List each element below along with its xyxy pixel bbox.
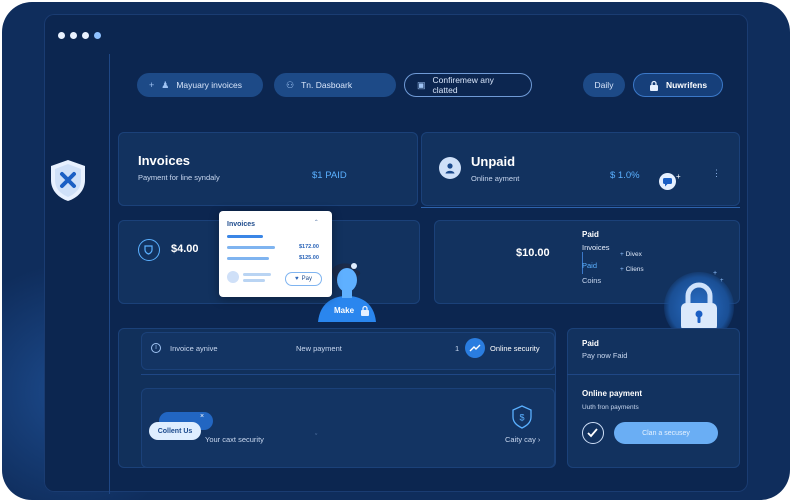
popup-bar: [243, 279, 265, 282]
paid-subtitle: Pay now Faid: [582, 351, 628, 360]
paid-paid-label: Paid: [582, 261, 598, 270]
window-controls: [58, 32, 101, 39]
new-payment-label: New payment: [296, 344, 342, 353]
user-icon: ♟: [161, 79, 170, 90]
toolbar-dashboard-button[interactable]: ⚇ Tn. Dasboark: [274, 73, 396, 97]
unpaid-subtitle: Online ayment: [471, 174, 520, 183]
paid-invoices-label: Invoices: [582, 243, 610, 252]
security-label: Your caxt security: [205, 435, 264, 444]
toolbar-invoices-button[interactable]: + ♟ Mayuary invoices: [137, 73, 263, 97]
window-dot[interactable]: [82, 32, 89, 39]
avatar: [439, 157, 461, 179]
invoices-title: Invoices: [138, 153, 191, 168]
cart-icon: ▣: [417, 79, 426, 90]
invoice-archive-label: Invoice aynive: [170, 344, 218, 353]
sparkle-icon: +: [713, 270, 718, 277]
sparkle-icon: +: [720, 278, 724, 284]
lock-icon: [649, 80, 658, 91]
chat-icon[interactable]: [659, 173, 676, 190]
trend-icon: [465, 338, 485, 358]
svg-text:$: $: [519, 413, 524, 423]
invoices-subtitle: Payment for line syndaly: [138, 173, 220, 182]
popup-title: Invoices: [227, 221, 256, 228]
sidebar-divider: [109, 54, 110, 494]
chevron-up-icon[interactable]: ˆ: [315, 219, 318, 228]
window-dot[interactable]: [94, 32, 101, 39]
window-dot[interactable]: [70, 32, 77, 39]
paid-coins-label: Coins: [582, 276, 602, 285]
daily-button[interactable]: Daily: [583, 73, 625, 97]
plus-icon: +: [676, 172, 681, 181]
divider: [421, 207, 740, 208]
checkmark-icon[interactable]: [582, 422, 604, 444]
online-payment-heading: Online payment: [582, 389, 643, 398]
unpaid-title: Unpaid: [471, 154, 516, 169]
paid-heading: Paid: [582, 339, 599, 348]
close-icon[interactable]: ×: [200, 413, 204, 420]
contact-us-button[interactable]: Collent Us: [149, 422, 201, 440]
heart-icon: ♥: [295, 276, 299, 282]
city-link[interactable]: Caity cay ›: [505, 435, 540, 444]
toolbar-confirm-button[interactable]: ▣ Confiremew any clatted: [404, 73, 532, 97]
popup-amount-2: $125.00: [299, 255, 319, 261]
popup-bar: [227, 246, 275, 249]
popup-bar: [227, 257, 269, 260]
popup-bar: [227, 235, 263, 238]
paid-amount: $10.00: [516, 247, 550, 259]
balance-amount: $4.00: [171, 243, 199, 255]
info-icon: i: [151, 343, 161, 353]
security-shield-icon[interactable]: [48, 158, 88, 202]
unpaid-amount: $ 1.0%: [610, 170, 640, 181]
user-account-button[interactable]: Nuwrifens: [633, 73, 723, 97]
plus-icon: +: [149, 80, 155, 90]
unpaid-panel[interactable]: [421, 132, 740, 206]
chevron-down-icon[interactable]: ˇ: [315, 434, 317, 441]
invoice-popup-card[interactable]: Invoices ˆ $172.00 $125.00 ♥ Pay: [219, 211, 332, 297]
invoices-amount: $1 PAID: [312, 170, 347, 181]
legend-item: + Divex: [620, 251, 642, 258]
lock-icon: [361, 305, 369, 316]
person-icon: [445, 163, 455, 174]
invoices-panel[interactable]: [118, 132, 418, 206]
popup-bar: [243, 273, 271, 276]
divider: [141, 374, 555, 375]
person-label: Make: [334, 306, 355, 315]
avatar: [227, 271, 239, 283]
divider: [567, 374, 740, 375]
count-badge: 1: [455, 344, 460, 353]
pay-button[interactable]: ♥ Pay: [285, 272, 322, 286]
people-icon: ⚇: [286, 79, 295, 90]
secure-button[interactable]: Clan a secusey: [614, 422, 718, 444]
more-options-icon[interactable]: ⋮: [712, 168, 721, 179]
payment-panel: [567, 328, 740, 468]
paid-title: Paid: [582, 230, 599, 239]
online-payment-subtitle: Uuth fron payments: [582, 404, 639, 411]
coin-icon: [138, 239, 160, 261]
legend-item: + Cliens: [620, 266, 644, 273]
window-dot[interactable]: [58, 32, 65, 39]
shield-dollar-icon: $: [512, 405, 532, 429]
online-security-label: Online security: [490, 344, 540, 353]
popup-amount-1: $172.00: [299, 244, 319, 250]
